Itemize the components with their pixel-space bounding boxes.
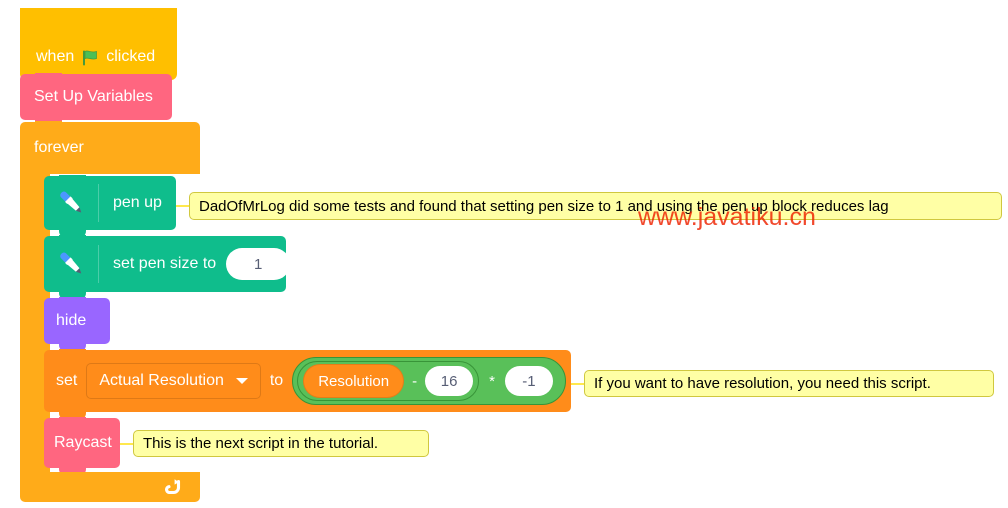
block-notch-top — [59, 297, 86, 305]
scratch-script-canvas: when clicked Set Up Variables forever pe… — [0, 0, 1008, 508]
set-variable-block[interactable]: set Actual Resolution to Resolution - 16… — [44, 349, 571, 420]
hide-label: hide — [56, 312, 87, 329]
comment-pen-lag[interactable]: DadOfMrLog did some tests and found that… — [189, 192, 1002, 220]
forever-block-header[interactable]: forever — [20, 121, 200, 174]
block-notch-top — [35, 73, 62, 81]
multiply-operator-block[interactable]: Resolution - 16 * -1 — [292, 357, 566, 405]
subtract-sign: - — [412, 372, 418, 390]
pen-up-block[interactable]: pen up — [44, 175, 176, 238]
pen-size-input[interactable]: 1 — [226, 248, 291, 280]
when-flag-clicked-block[interactable]: when clicked — [20, 8, 177, 88]
hide-block[interactable]: hide — [44, 297, 110, 352]
comment-connector — [571, 383, 585, 385]
set-up-variables-label: Set Up Variables — [34, 88, 153, 105]
subtract-operator-block[interactable]: Resolution - 16 — [297, 361, 480, 401]
forever-label: forever — [34, 139, 84, 156]
comment-raycast[interactable]: This is the next script in the tutorial. — [133, 430, 429, 457]
variable-dropdown-label: Actual Resolution — [99, 372, 224, 389]
pen-icon — [54, 247, 88, 281]
hat-block-dome — [20, 8, 177, 48]
when-label: when — [36, 48, 75, 65]
comment-connector — [120, 443, 134, 445]
raycast-label: Raycast — [54, 434, 112, 451]
comment-connector — [176, 205, 190, 207]
block-notch-top — [59, 235, 86, 243]
block-notch-top — [59, 417, 86, 425]
comment-resolution[interactable]: If you want to have resolution, you need… — [584, 370, 994, 397]
set-pen-size-block[interactable]: set pen size to 1 — [44, 235, 291, 300]
pen-up-label: pen up — [113, 194, 162, 211]
to-label: to — [269, 372, 284, 389]
block-notch-top — [59, 175, 86, 183]
multiply-right-input[interactable]: -1 — [504, 366, 553, 396]
multiply-sign: * — [489, 372, 495, 390]
set-label: set — [56, 372, 78, 389]
icon-divider — [98, 184, 99, 222]
variable-dropdown[interactable]: Actual Resolution — [86, 363, 261, 399]
pen-icon — [54, 186, 88, 220]
set-pen-size-label: set pen size to — [113, 255, 217, 272]
forever-block-footer[interactable] — [20, 472, 200, 502]
icon-divider — [98, 245, 99, 283]
loop-arrow-icon — [162, 477, 182, 497]
raycast-block[interactable]: Raycast — [44, 417, 120, 476]
set-up-variables-block[interactable]: Set Up Variables — [20, 73, 172, 128]
subtract-right-input[interactable]: 16 — [425, 366, 474, 396]
chevron-down-icon — [235, 378, 248, 384]
clicked-label: clicked — [106, 48, 156, 65]
block-notch-top — [59, 349, 86, 357]
resolution-variable[interactable]: Resolution — [303, 364, 405, 398]
green-flag-icon — [81, 49, 99, 67]
block-notch-top — [35, 121, 62, 129]
